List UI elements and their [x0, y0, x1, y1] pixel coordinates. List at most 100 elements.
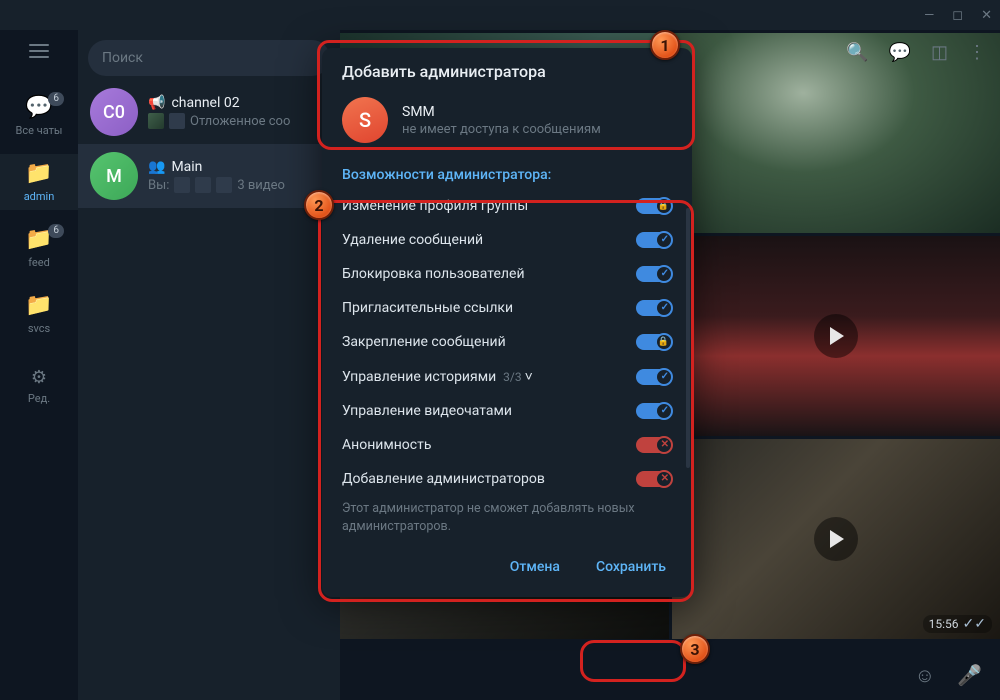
folder-icon: 📁	[25, 293, 52, 318]
permission-toggle[interactable]	[636, 266, 672, 282]
add-admin-dialog: Добавить администратора S SMM не имеет д…	[322, 48, 692, 597]
message-time: 15:56✓✓	[923, 615, 992, 633]
media-tile[interactable]: 15:56✓✓	[672, 439, 1000, 639]
callout-number-2: 2	[304, 190, 334, 220]
check-icon	[661, 371, 669, 382]
permission-toggle[interactable]	[636, 334, 672, 350]
emoji-icon[interactable]: ☺	[915, 663, 935, 688]
play-icon	[814, 517, 858, 561]
permission-label: Закрепление сообщений	[342, 334, 506, 350]
avatar: S	[342, 97, 388, 143]
chat-item-main[interactable]: M 👥Main Вы: 3 видео	[78, 144, 340, 208]
search-input[interactable]: Поиск	[88, 40, 330, 76]
permission-label: Анонимность	[342, 437, 431, 453]
sidepanel-icon[interactable]: ◫	[931, 42, 948, 63]
cross-icon	[661, 439, 669, 450]
window-close-button[interactable]: ✕	[981, 8, 992, 23]
media-tile[interactable]	[672, 33, 1000, 233]
folder-icon: 📁	[25, 161, 52, 186]
permission-label: Управление видеочатами	[342, 403, 512, 419]
chat-preview-text: Отложенное соо	[190, 114, 290, 129]
folder-label: feed	[28, 256, 50, 269]
user-name: SMM	[402, 104, 601, 120]
permission-label: Удаление сообщений	[342, 232, 483, 248]
folder-badge: 6	[48, 224, 64, 238]
cancel-button[interactable]: Отмена	[496, 551, 574, 583]
permission-toggle[interactable]	[636, 198, 672, 214]
avatar: M	[90, 152, 138, 200]
permission-row: Анонимность	[322, 428, 692, 462]
folder-label: Все чаты	[16, 124, 63, 137]
callout-number-1: 1	[650, 30, 680, 60]
sliders-icon: ⚙	[31, 367, 47, 388]
folder-label: Ред.	[28, 392, 50, 405]
folder-svcs[interactable]: 📁 svcs	[0, 286, 78, 342]
chat-item-channel02[interactable]: C0 📢channel 02 Отложенное соо	[78, 80, 340, 144]
dialog-title: Добавить администратора	[322, 62, 692, 91]
permission-label: Управление историями 3/3 ˅	[342, 368, 533, 385]
user-status: не имеет доступа к сообщениям	[402, 122, 601, 137]
permission-count: 3/3	[500, 370, 524, 384]
permission-toggle[interactable]	[636, 403, 672, 419]
permission-row: Закрепление сообщений	[322, 325, 692, 359]
chat-preview-text: 3 видео	[237, 178, 285, 193]
folder-feed[interactable]: 📁 6 feed	[0, 220, 78, 276]
check-icon	[661, 234, 669, 245]
avatar: C0	[90, 88, 138, 136]
window-maximize-button[interactable]: ◻	[952, 8, 963, 23]
comments-icon[interactable]: 💬	[889, 42, 911, 63]
composer-actions: ☺ 🎤	[915, 663, 982, 688]
permission-toggle[interactable]	[636, 300, 672, 316]
permission-row: Удаление сообщений	[322, 223, 692, 257]
dialog-buttons: Отмена Сохранить	[322, 545, 692, 589]
chat-preview-prefix: Вы:	[148, 178, 169, 193]
save-button[interactable]: Сохранить	[582, 551, 680, 583]
permission-label: Блокировка пользователей	[342, 266, 525, 282]
permission-label: Пригласительные ссылки	[342, 300, 513, 316]
permissions-list: Изменение профиля группы Удаление сообщен…	[322, 189, 692, 496]
thumb-icon	[216, 177, 232, 193]
permission-toggle[interactable]	[636, 232, 672, 248]
lock-icon	[658, 336, 669, 347]
mic-icon[interactable]: 🎤	[957, 663, 982, 688]
permission-label: Добавление администраторов	[342, 471, 545, 487]
chat-meta: 📢channel 02 Отложенное соо	[148, 95, 328, 129]
media-tile[interactable]	[672, 236, 1000, 436]
permission-toggle[interactable]	[636, 437, 672, 453]
header-actions: 🔍 💬 ◫ ⋮	[846, 42, 986, 63]
group-icon: 👥	[148, 159, 165, 175]
chevron-down-icon[interactable]: ˅	[525, 369, 533, 385]
chat-name-text: channel 02	[171, 95, 239, 111]
permission-label: Изменение профиля группы	[342, 198, 528, 214]
chat-meta: 👥Main Вы: 3 видео	[148, 159, 328, 193]
search-icon[interactable]: 🔍	[846, 42, 868, 63]
more-icon[interactable]: ⋮	[968, 42, 986, 63]
scrollbar-thumb[interactable]	[686, 208, 690, 468]
permission-row: Блокировка пользователей	[322, 257, 692, 291]
cross-icon	[661, 473, 669, 484]
permission-row: Пригласительные ссылки	[322, 291, 692, 325]
permission-row: Управление видеочатами	[322, 394, 692, 428]
check-icon	[661, 302, 669, 313]
permission-toggle[interactable]	[636, 471, 672, 487]
permission-toggle[interactable]	[636, 369, 672, 385]
folder-edit[interactable]: ⚙ Ред.	[0, 358, 78, 414]
window-minimize-button[interactable]: —	[924, 8, 934, 23]
folder-all-chats[interactable]: 💬 6 Все чаты	[0, 88, 78, 144]
search-placeholder: Поиск	[102, 50, 143, 66]
permissions-hint: Этот администратор не сможет добавлять н…	[322, 496, 692, 545]
window-titlebar: — ◻ ✕	[0, 0, 1000, 30]
chat-list: Поиск C0 📢channel 02 Отложенное соо M 👥M…	[78, 30, 340, 700]
read-checks-icon: ✓✓	[963, 616, 986, 632]
check-icon	[661, 268, 669, 279]
lock-icon	[658, 200, 669, 211]
folder-admin[interactable]: 📁 admin	[0, 154, 78, 210]
thumb-icon	[174, 177, 190, 193]
permission-row: Управление историями 3/3 ˅	[322, 359, 692, 394]
selected-user-row[interactable]: S SMM не имеет доступа к сообщениям	[322, 91, 692, 157]
thumb-icon	[148, 113, 164, 129]
menu-icon[interactable]	[27, 42, 51, 60]
permission-row: Изменение профиля группы	[322, 189, 692, 223]
folders-sidebar: 💬 6 Все чаты 📁 admin 📁 6 feed 📁 svcs ⚙ Р…	[0, 30, 78, 700]
check-icon	[661, 405, 669, 416]
